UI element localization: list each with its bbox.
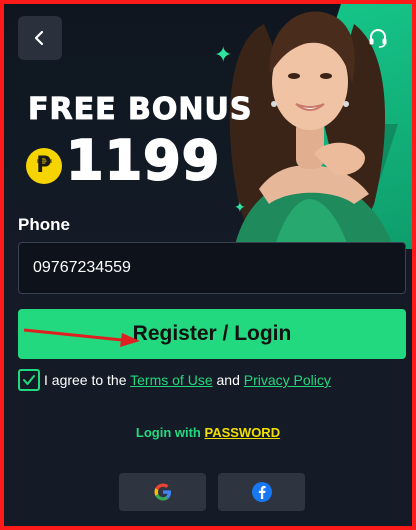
back-button[interactable] xyxy=(18,16,62,60)
bonus-amount: 1199 xyxy=(65,128,221,193)
facebook-login-button[interactable] xyxy=(218,473,305,511)
login-with-text: Login with xyxy=(135,425,205,440)
privacy-policy-link[interactable]: Privacy Policy xyxy=(244,372,331,388)
phone-label: Phone xyxy=(18,215,70,234)
password-login-link[interactable]: PASSWORD xyxy=(204,425,280,440)
bonus-title: FREE BONUS xyxy=(27,92,253,128)
customer-support-button[interactable] xyxy=(356,16,400,60)
agree-prefix-text: I agree to the xyxy=(44,372,131,388)
login-page: ✦ ✦ FREE BONUS ₱ 1199 Phone Register / L… xyxy=(4,4,412,526)
terms-agreement: I agree to the Terms of Use and Privacy … xyxy=(18,369,331,391)
terms-of-use-link[interactable]: Terms of Use xyxy=(130,372,212,388)
sparkle-icon: ✦ xyxy=(214,42,233,67)
chevron-left-icon xyxy=(34,30,44,46)
google-login-button[interactable] xyxy=(119,473,206,511)
promo-banner: ✦ ✦ FREE BONUS ₱ 1199 xyxy=(4,4,412,249)
peso-coin-icon: ₱ xyxy=(26,147,62,184)
headset-icon xyxy=(369,29,387,48)
facebook-icon xyxy=(251,482,272,502)
phone-input[interactable] xyxy=(18,242,406,294)
google-icon xyxy=(154,483,171,501)
check-icon xyxy=(23,375,35,385)
sparkle-icon: ✦ xyxy=(234,199,246,215)
agree-and-text: and xyxy=(212,372,244,388)
bonus-amount-row: ₱ 1199 xyxy=(26,128,221,193)
agree-checkbox[interactable] xyxy=(18,369,40,391)
register-login-button[interactable]: Register / Login xyxy=(18,309,406,359)
password-login-row: Login with PASSWORD xyxy=(4,425,412,440)
